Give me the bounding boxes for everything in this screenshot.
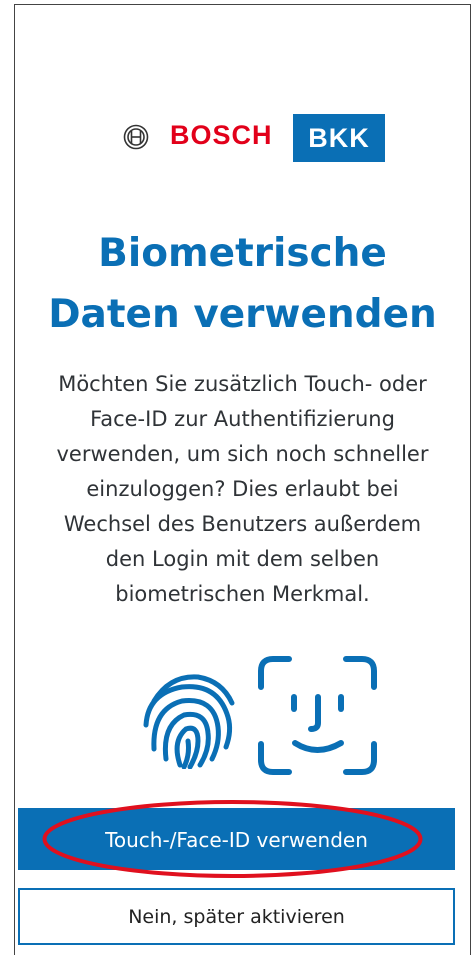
title-line-1: Biometrische xyxy=(98,231,387,276)
description-line: Face-ID zur Authentifizierung xyxy=(90,407,395,431)
description-line: biometrischen Merkmal. xyxy=(115,582,370,606)
description-line: Wechsel des Benutzers außerdem xyxy=(63,512,422,536)
description-line: verwenden, um sich noch schneller xyxy=(56,442,429,466)
title-line-2: Daten verwenden xyxy=(48,292,437,337)
description-line: Möchten Sie zusätzlich Touch- oder xyxy=(58,372,427,396)
activate-later-button[interactable]: Nein, später aktivieren xyxy=(18,888,455,945)
biometric-icons xyxy=(15,653,470,778)
bosch-logo-text: BOSCH xyxy=(170,120,273,150)
use-biometrics-button[interactable]: Touch-/Face-ID verwenden xyxy=(18,808,455,870)
description-line: einzuloggen? Dies erlaubt bei xyxy=(86,477,399,501)
page-title: Biometrische Daten verwenden xyxy=(15,223,470,345)
description-text: Möchten Sie zusätzlich Touch- oder Face-… xyxy=(15,367,470,612)
description-line: den Login mit dem selben xyxy=(105,547,380,571)
logo-row: BOSCH BKK xyxy=(15,112,470,162)
bosch-armature-icon xyxy=(123,124,149,150)
bkk-logo: BKK xyxy=(293,114,385,162)
face-id-icon xyxy=(258,656,377,775)
fingerprint-icon xyxy=(143,674,235,769)
